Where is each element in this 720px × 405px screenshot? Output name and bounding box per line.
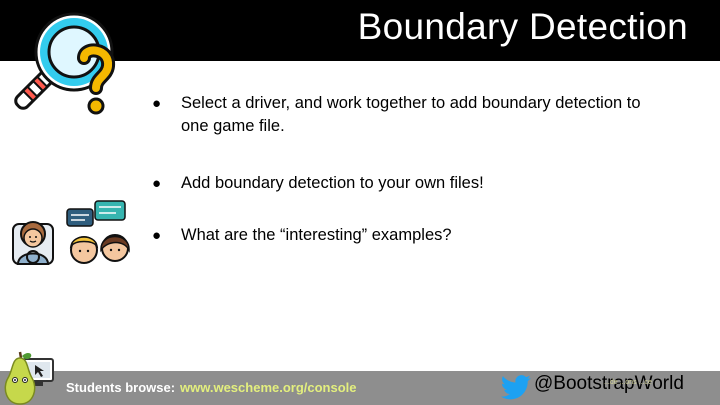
slide-title: Boundary Detection <box>357 6 688 47</box>
bullet-dot: ● <box>152 175 162 192</box>
bullet-item: ● Select a driver, and work together to … <box>152 92 672 138</box>
driver-person-icon <box>12 221 54 265</box>
footer-bar: Students browse: www.wescheme.org/consol… <box>0 371 720 405</box>
bullet-dot: ● <box>152 95 162 112</box>
bullet-text: What are the “interesting” examples? <box>181 226 452 244</box>
bullet-list: ● Select a driver, and work together to … <box>152 92 672 247</box>
discussion-people-icon <box>66 200 130 264</box>
wescheme-link[interactable]: www.wescheme.org/console <box>180 380 357 395</box>
bullet-item: ● What are the “interesting” examples? <box>152 224 672 247</box>
twitter-bird-icon[interactable] <box>500 374 532 402</box>
license-text: ...de ...ons ...ce <box>604 379 652 386</box>
bullet-item: ● Add boundary detection to your own fil… <box>152 172 672 195</box>
students-browse-label: Students browse: <box>66 380 176 395</box>
bullet-text: Add boundary detection to your own files… <box>181 174 484 192</box>
bullet-dot: ● <box>152 227 162 244</box>
magnifier-question-icon <box>14 12 115 115</box>
bullet-text: Select a driver, and work together to ad… <box>181 94 641 135</box>
pear-mascot-icon <box>4 351 36 405</box>
